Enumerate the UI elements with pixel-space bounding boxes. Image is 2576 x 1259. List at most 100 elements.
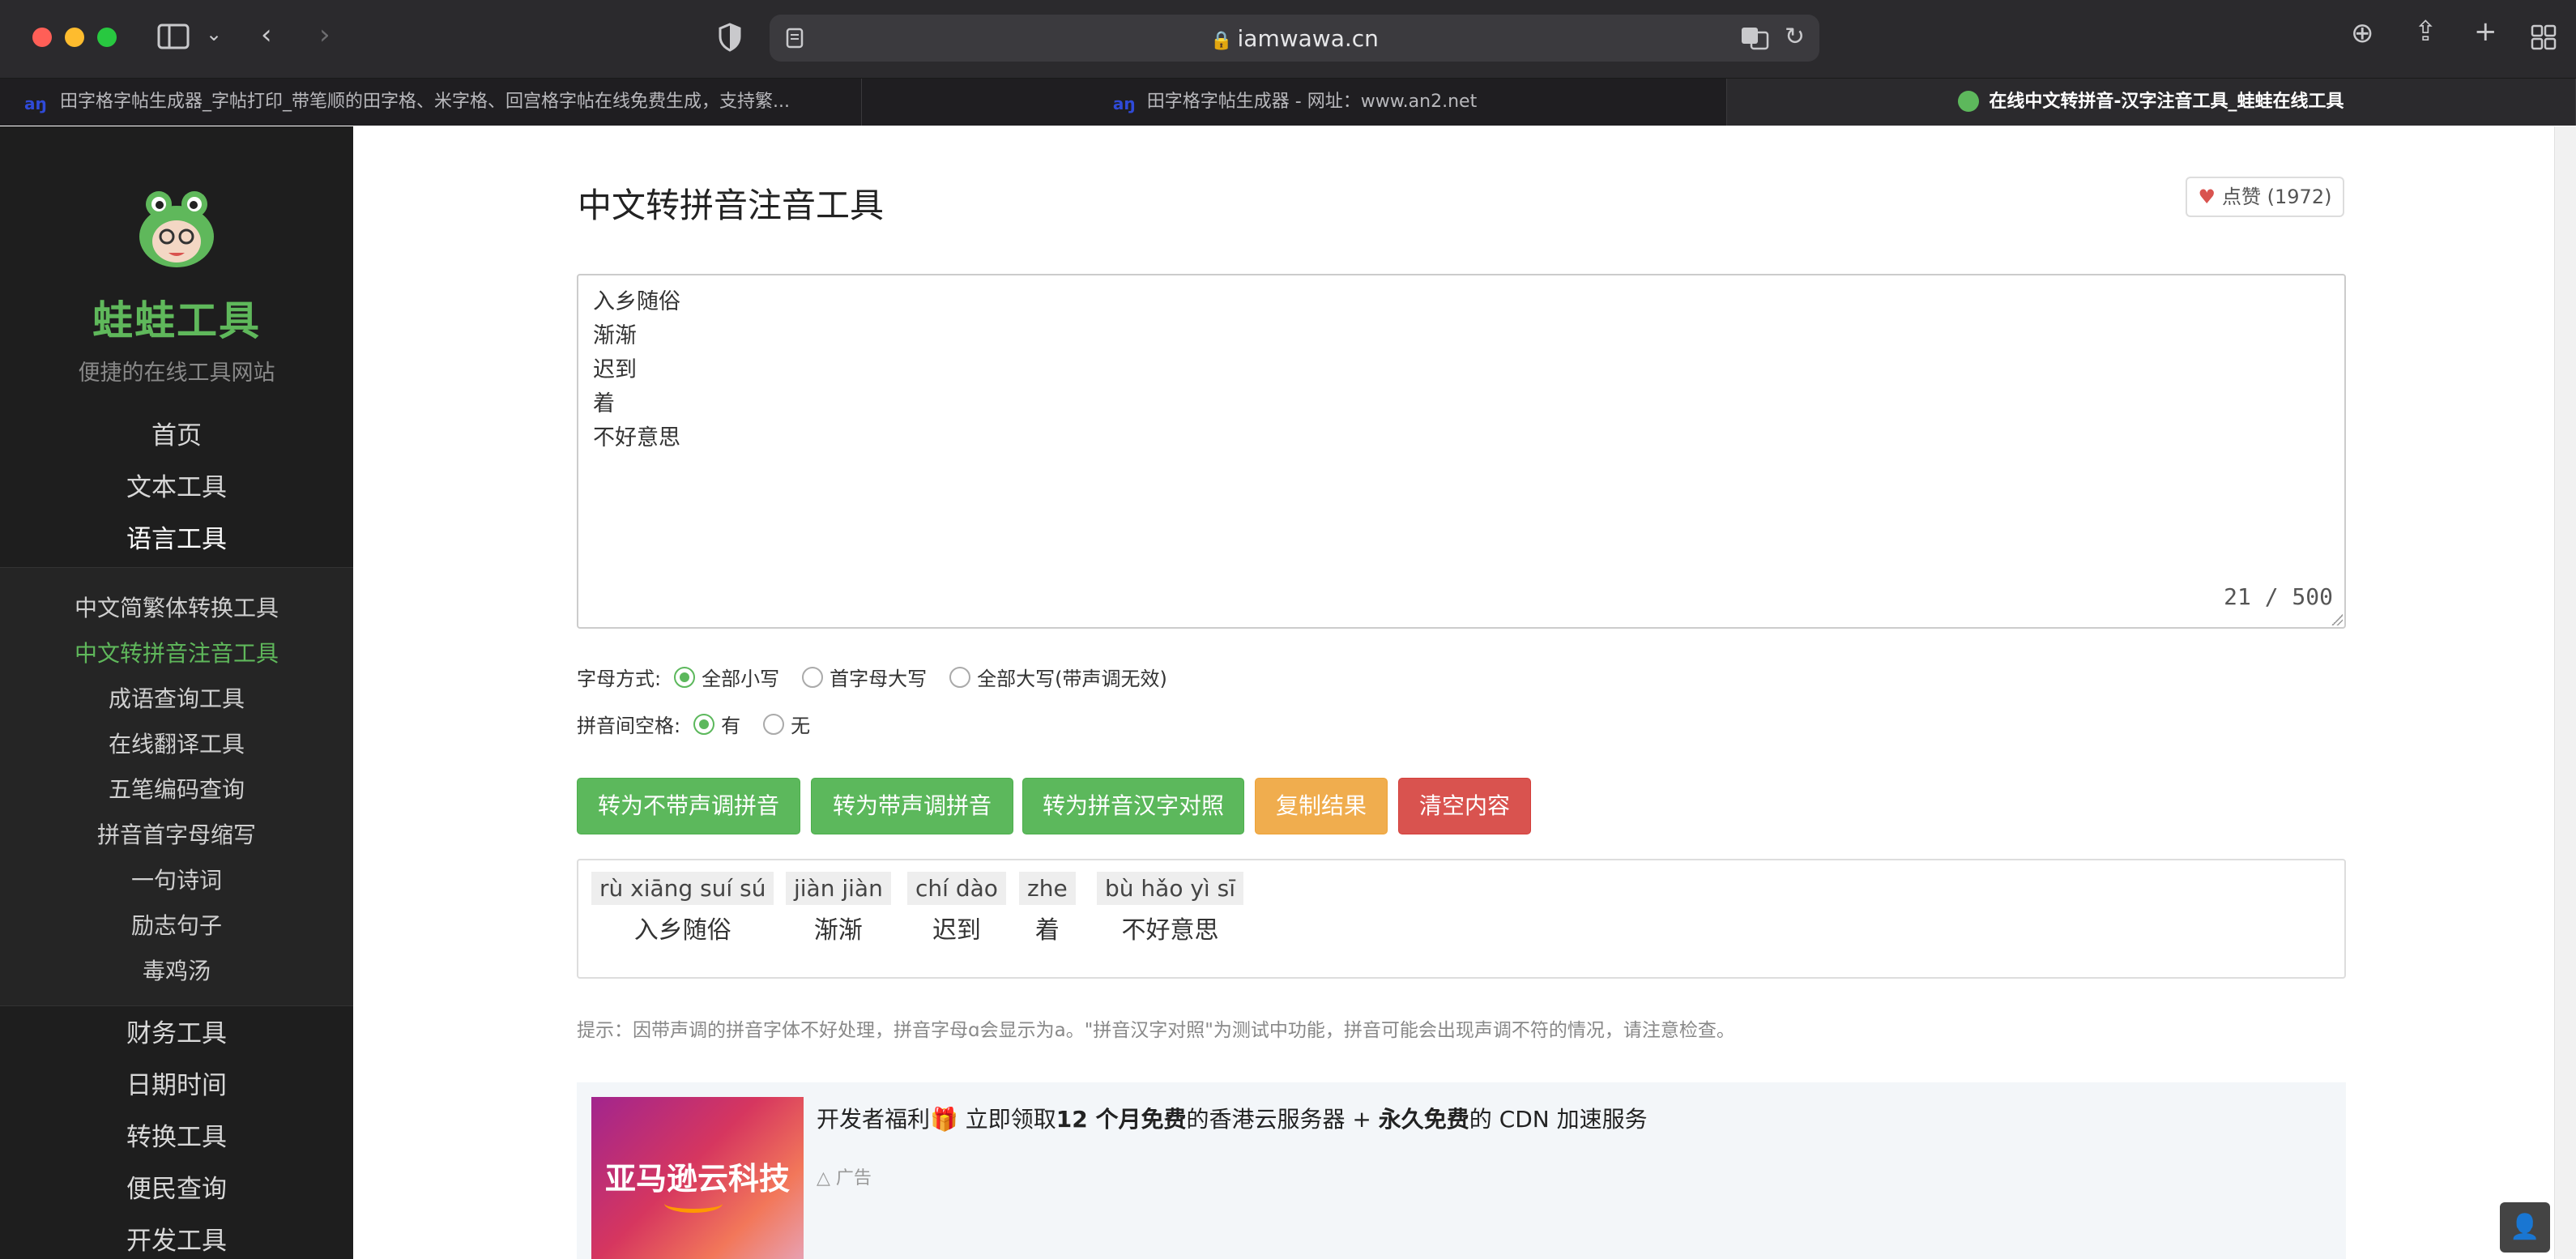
brand-tagline: 便捷的在线工具网站 xyxy=(78,361,275,386)
download-icon[interactable]: ⊕ xyxy=(2351,19,2374,47)
result-pair: rù xiāng suí sú 入乡随俗 xyxy=(591,872,774,945)
an2-favicon-icon: aŋ xyxy=(24,94,47,113)
convert-compare-button[interactable]: 转为拼音汉字对照 xyxy=(1022,778,1244,834)
zoom-window-button[interactable] xyxy=(97,28,117,47)
brand-name[interactable]: 蛙蛙工具 xyxy=(0,288,353,347)
subnav-pinyin-tool[interactable]: 中文转拼音注音工具 xyxy=(0,636,353,668)
radio-control[interactable] xyxy=(674,666,696,688)
pinyin-text: bù hǎo yì sī xyxy=(1097,872,1243,905)
page-title: 中文转拼音注音工具 xyxy=(578,186,885,225)
input-line: 迟到 xyxy=(593,357,637,382)
nav-dev-tools[interactable]: 开发工具 xyxy=(0,1220,353,1257)
nav-datetime[interactable]: 日期时间 xyxy=(0,1065,353,1101)
nav-lookup[interactable]: 便民查询 xyxy=(0,1168,353,1205)
spacing-label: 拼音间空格: xyxy=(577,715,681,737)
nav-finance[interactable]: 财务工具 xyxy=(0,1013,353,1049)
tab-bar: aŋ 田字格字帖生成器_字帖打印_带笔顺的田字格、米字格、回宫格字帖在线免费生成，… xyxy=(0,79,2576,126)
result-pair: bù hǎo yì sī 不好意思 xyxy=(1097,872,1243,945)
chevron-left-icon[interactable]: ‹ xyxy=(261,21,272,49)
nav-home[interactable]: 首页 xyxy=(0,415,353,451)
minimize-window-button[interactable] xyxy=(65,28,84,47)
radio-all-uppercase[interactable]: 全部大写(带声调无效) xyxy=(949,663,1167,691)
amazon-smile-icon xyxy=(664,1194,723,1213)
page-scrollbar[interactable] xyxy=(2554,126,2576,1259)
subnav-simplified-traditional[interactable]: 中文简繁体转换工具 xyxy=(0,591,353,623)
hanzi-text: 渐渐 xyxy=(813,916,863,945)
ad-image-text: 亚马逊云科技 xyxy=(604,1161,790,1197)
ad-headline[interactable]: 开发者福利🎁 立即领取12 个月免费的香港云服务器 + 永久免费的 CDN 加速… xyxy=(817,1102,1648,1134)
radio-control[interactable] xyxy=(949,666,971,688)
resize-handle[interactable] xyxy=(2331,614,2343,625)
share-icon[interactable]: ⇪ xyxy=(2414,18,2437,45)
subnav-poetry[interactable]: 一句诗词 xyxy=(0,863,353,895)
ad-triangle-icon: △ xyxy=(817,1168,830,1189)
radio-control[interactable] xyxy=(802,666,824,688)
hanzi-text: 迟到 xyxy=(932,916,981,945)
frog-logo-icon[interactable] xyxy=(136,188,217,269)
copy-result-button[interactable]: 复制结果 xyxy=(1255,778,1388,834)
input-line: 入乡随俗 xyxy=(593,289,680,314)
url-text: 🔒 iamwawa.cn xyxy=(1210,25,1379,52)
nav-text-tools[interactable]: 文本工具 xyxy=(0,467,353,503)
input-line: 着 xyxy=(593,391,615,416)
ad-banner[interactable]: 亚马逊云科技 开发者福利🎁 立即领取12 个月免费的香港云服务器 + 永久免费的… xyxy=(577,1082,2346,1259)
address-bar[interactable]: 🔒 iamwawa.cn ↻ xyxy=(770,15,1819,62)
subnav-translate[interactable]: 在线翻译工具 xyxy=(0,727,353,759)
result-pair: zhe 着 xyxy=(1019,872,1076,945)
sidebar-icon[interactable] xyxy=(157,23,190,50)
main-content: 中文转拼音注音工具 ♥ 点赞 (1972) 入乡随俗 渐渐 迟到 着 不好意思 2… xyxy=(353,126,2576,1259)
tab-pinyin-active[interactable]: 在线中文转拼音-汉字注音工具_蛙蛙在线工具 xyxy=(1727,79,2576,126)
subnav-pinyin-initials[interactable]: 拼音首字母缩写 xyxy=(0,817,353,850)
tab-tianzige-1[interactable]: aŋ 田字格字帖生成器_字帖打印_带笔顺的田字格、米字格、回宫格字帖在线免费生成，… xyxy=(0,79,862,126)
privacy-shield-icon[interactable] xyxy=(718,23,742,52)
pinyin-text: chí dào xyxy=(907,872,1006,905)
radio-spacing-yes[interactable]: 有 xyxy=(693,710,740,738)
ad-image[interactable]: 亚马逊云科技 xyxy=(591,1097,804,1259)
lock-icon: 🔒 xyxy=(1210,31,1233,51)
close-window-button[interactable] xyxy=(32,28,52,47)
grid-icon[interactable] xyxy=(2531,24,2557,50)
result-pair: jiàn jiàn 渐渐 xyxy=(786,872,891,945)
gift-icon: 🎁 xyxy=(930,1106,958,1133)
radio-control[interactable] xyxy=(763,713,785,735)
ad-label: △ 广告 xyxy=(817,1168,872,1189)
convert-with-tone-button[interactable]: 转为带声调拼音 xyxy=(811,778,1013,834)
radio-capitalize-first[interactable]: 首字母大写 xyxy=(802,663,927,691)
clear-content-button[interactable]: 清空内容 xyxy=(1398,778,1531,834)
subnav-motivational[interactable]: 励志句子 xyxy=(0,908,353,941)
hint-text: 提示：因带声调的拼音字体不好处理，拼音字母ɑ会显示为a。"拼音汉字对照"为测试中… xyxy=(577,1020,1735,1041)
input-line: 不好意思 xyxy=(593,425,680,450)
tab-tianzige-2[interactable]: aŋ 田字格字帖生成器 - 网址：www.an2.net xyxy=(862,79,1727,126)
subnav-wubi[interactable]: 五笔编码查询 xyxy=(0,772,353,804)
chinese-input-textarea[interactable]: 入乡随俗 渐渐 迟到 着 不好意思 21 / 500 xyxy=(577,274,2346,629)
input-line: 渐渐 xyxy=(593,323,637,348)
pinyin-text: jiàn jiàn xyxy=(786,872,891,905)
heart-icon: ♥ xyxy=(2198,186,2216,208)
hanzi-text: 不好意思 xyxy=(1121,916,1219,945)
hanzi-text: 着 xyxy=(1034,916,1060,945)
like-button[interactable]: ♥ 点赞 (1972) xyxy=(2186,177,2344,217)
nav-conversion[interactable]: 转换工具 xyxy=(0,1116,353,1153)
subnav-toxic-soup[interactable]: 毒鸡汤 xyxy=(0,954,353,986)
sidebar: 蛙蛙工具 便捷的在线工具网站 首页 文本工具 语言工具 中文简繁体转换工具 中文… xyxy=(0,126,353,1259)
result-panel: rù xiāng suí sú 入乡随俗 jiàn jiàn 渐渐 chí dà… xyxy=(577,859,2346,979)
radio-spacing-no[interactable]: 无 xyxy=(763,710,810,738)
radio-control[interactable] xyxy=(693,713,715,735)
chevron-right-icon[interactable]: › xyxy=(319,21,331,49)
chevron-down-icon[interactable]: ⌄ xyxy=(206,24,222,44)
subnav-idiom-lookup[interactable]: 成语查询工具 xyxy=(0,681,353,714)
nav-language-tools[interactable]: 语言工具 xyxy=(0,519,353,555)
plus-icon[interactable]: + xyxy=(2474,18,2497,45)
frog-favicon-icon xyxy=(1958,91,1980,112)
language-tools-submenu: 中文简繁体转换工具 中文转拼音注音工具 成语查询工具 在线翻译工具 五笔编码查询… xyxy=(0,567,353,1006)
convert-no-tone-button[interactable]: 转为不带声调拼音 xyxy=(577,778,800,834)
char-counter: 21 / 500 xyxy=(2224,583,2333,610)
pinyin-text: rù xiāng suí sú xyxy=(591,872,774,905)
reload-icon[interactable]: ↻ xyxy=(1785,23,1805,51)
pinyin-text: zhe xyxy=(1019,872,1076,905)
user-icon[interactable]: 👤 xyxy=(2500,1202,2550,1253)
translate-icon[interactable] xyxy=(1740,26,1769,50)
radio-all-lowercase[interactable]: 全部小写 xyxy=(674,663,779,691)
spacing-row: 拼音间空格: 有 无 xyxy=(577,710,833,738)
browser-toolbar: ⌄ ‹ › 🔒 iamwawa.cn ↻ ⊕ ⇪ + xyxy=(0,0,2576,79)
